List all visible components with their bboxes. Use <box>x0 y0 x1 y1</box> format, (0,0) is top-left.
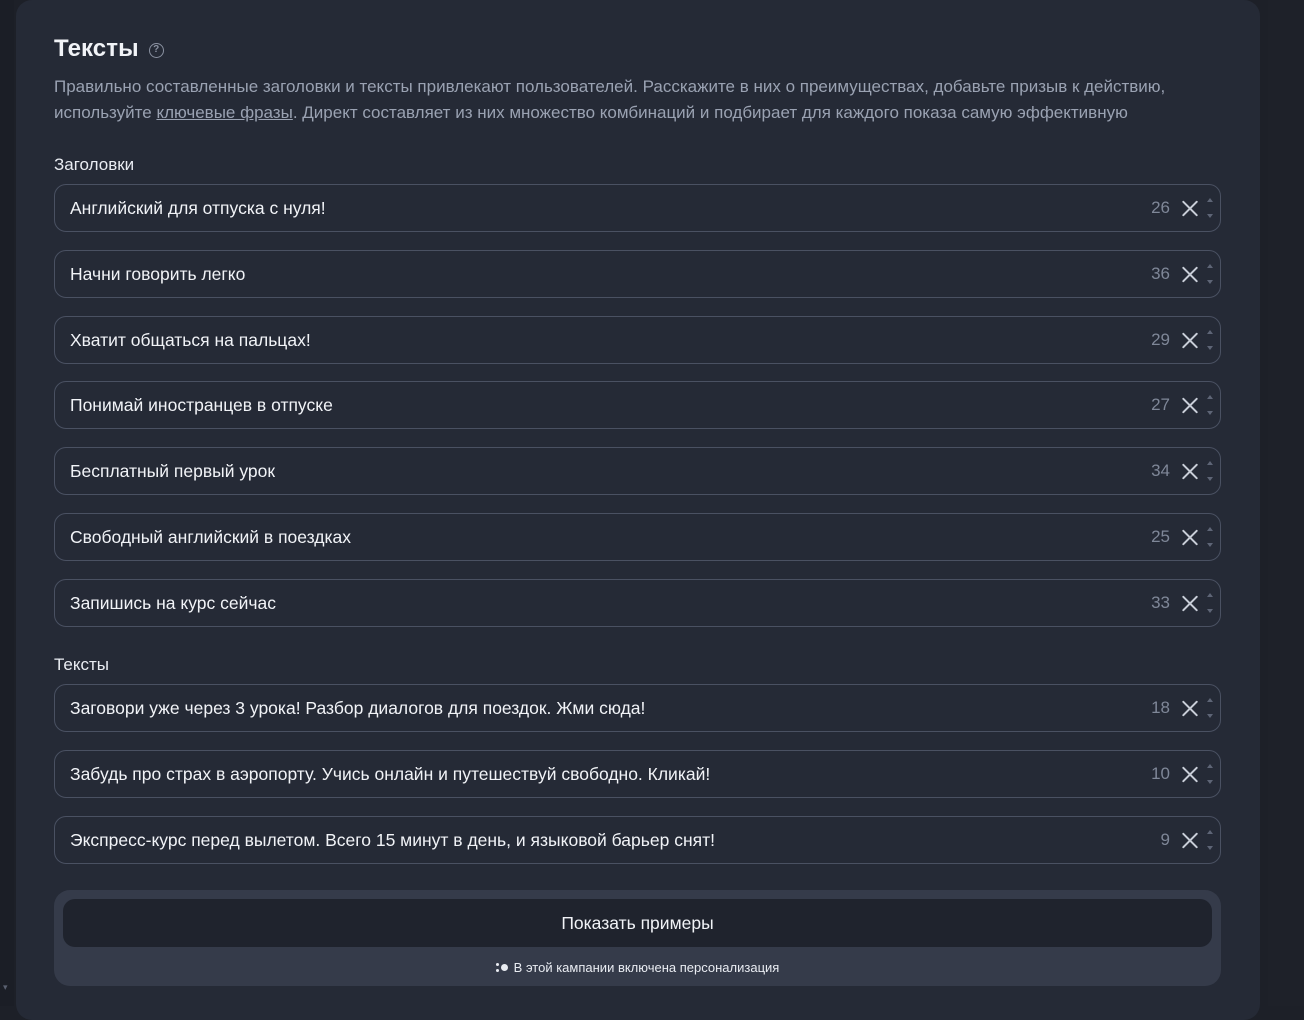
char-counter: 34 <box>1151 461 1170 480</box>
examples-box: Показать примеры В этой кампании включен… <box>54 890 1221 986</box>
headline-input[interactable]: Начни говорить легко <box>55 264 1146 285</box>
text-field: Забудь про страх в аэропорту. Учись онла… <box>54 750 1221 798</box>
texts-label: Тексты <box>54 655 110 674</box>
personalization-dots-icon <box>495 962 509 974</box>
drag-handle-icon[interactable] <box>1206 694 1214 722</box>
close-icon[interactable] <box>1180 764 1200 784</box>
close-icon[interactable] <box>1180 264 1200 284</box>
personalization-note: В этой кампании включена персонализация <box>54 960 1221 975</box>
close-icon[interactable] <box>1180 593 1200 613</box>
text-input[interactable]: Забудь про страх в аэропорту. Учись онла… <box>55 764 1146 785</box>
right-gutter <box>1268 0 1304 1006</box>
section-description: Правильно составленные заголовки и текст… <box>54 74 1234 126</box>
char-counter: 27 <box>1151 395 1170 414</box>
char-counter: 18 <box>1151 698 1170 717</box>
headline-input[interactable]: Запишись на курс сейчас <box>55 593 1146 614</box>
left-gutter: ▾ <box>0 0 14 1006</box>
headline-input[interactable]: Хватит общаться на пальцах! <box>55 330 1146 351</box>
headline-input[interactable]: Свободный английский в поездках <box>55 527 1146 548</box>
drag-handle-icon[interactable] <box>1206 760 1214 788</box>
char-counter: 26 <box>1151 198 1170 217</box>
texts-panel <box>16 0 1260 1020</box>
headline-input[interactable]: Понимай иностранцев в отпуске <box>55 395 1146 416</box>
drag-handle-icon[interactable] <box>1206 326 1214 354</box>
headline-field: Запишись на курс сейчас 33 <box>54 579 1221 627</box>
close-icon[interactable] <box>1180 330 1200 350</box>
drag-handle-icon[interactable] <box>1206 391 1214 419</box>
help-icon[interactable]: ? <box>148 43 164 58</box>
char-counter: 9 <box>1160 830 1170 849</box>
description-text-2: . Директ составляет из них множество ком… <box>292 103 1128 122</box>
drag-handle-icon[interactable] <box>1206 194 1214 222</box>
headline-field: Свободный английский в поездках 25 <box>54 513 1221 561</box>
text-input[interactable]: Экспресс-курс перед вылетом. Всего 15 ми… <box>55 830 1146 851</box>
char-counter: 25 <box>1151 527 1170 546</box>
close-icon[interactable] <box>1180 698 1200 718</box>
headlines-label: Заголовки <box>54 155 135 174</box>
show-examples-button[interactable]: Показать примеры <box>63 899 1212 947</box>
text-input[interactable]: Заговори уже через 3 урока! Разбор диало… <box>55 698 1146 719</box>
headline-field: Начни говорить легко 36 <box>54 250 1221 298</box>
text-field: Экспресс-курс перед вылетом. Всего 15 ми… <box>54 816 1221 864</box>
drag-handle-icon[interactable] <box>1206 589 1214 617</box>
char-counter: 29 <box>1151 330 1170 349</box>
collapse-arrow-icon[interactable]: ▾ <box>3 982 8 993</box>
close-icon[interactable] <box>1180 830 1200 850</box>
close-icon[interactable] <box>1180 527 1200 547</box>
right-divider <box>1260 0 1268 1006</box>
keywords-link[interactable]: ключевые фразы <box>156 103 292 122</box>
drag-handle-icon[interactable] <box>1206 457 1214 485</box>
headline-field: Бесплатный первый урок 34 <box>54 447 1221 495</box>
close-icon[interactable] <box>1180 395 1200 415</box>
section-header: Тексты ? <box>54 33 164 65</box>
section-title: Тексты <box>54 35 139 62</box>
headline-field: Английский для отпуска с нуля! 26 <box>54 184 1221 232</box>
headline-field: Хватит общаться на пальцах! 29 <box>54 316 1221 364</box>
text-field: Заговори уже через 3 урока! Разбор диало… <box>54 684 1221 732</box>
close-icon[interactable] <box>1180 198 1200 218</box>
char-counter: 33 <box>1151 593 1170 612</box>
headline-input[interactable]: Английский для отпуска с нуля! <box>55 198 1146 219</box>
headline-input[interactable]: Бесплатный первый урок <box>55 461 1146 482</box>
char-counter: 10 <box>1151 764 1170 783</box>
close-icon[interactable] <box>1180 461 1200 481</box>
drag-handle-icon[interactable] <box>1206 260 1214 288</box>
headline-field: Понимай иностранцев в отпуске 27 <box>54 381 1221 429</box>
drag-handle-icon[interactable] <box>1206 523 1214 551</box>
personalization-text: В этой кампании включена персонализация <box>513 960 780 975</box>
char-counter: 36 <box>1151 264 1170 283</box>
drag-handle-icon[interactable] <box>1206 826 1214 854</box>
